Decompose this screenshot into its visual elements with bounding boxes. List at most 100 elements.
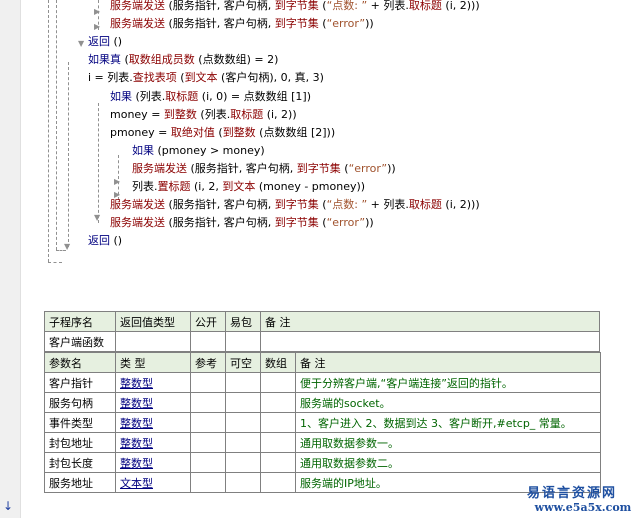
param-nullable-cell[interactable] <box>225 392 261 413</box>
param-name-cell[interactable]: 服务地址 <box>44 472 116 493</box>
code-line[interactable]: 如果 (列表.取标题 (i, 0) = 点数数组 [1]) <box>110 88 311 105</box>
param-array-cell[interactable] <box>260 372 296 393</box>
code-token: (服务指针, 客户句柄, <box>165 198 275 211</box>
param-ref-cell[interactable] <box>190 452 226 473</box>
param-name-cell[interactable]: 封包长度 <box>44 452 116 473</box>
arrow-down-icon: ▼ <box>78 39 85 48</box>
code-token: (money - pmoney)) <box>255 180 366 193</box>
param-nullable-cell[interactable] <box>225 372 261 393</box>
code-line[interactable]: 返回 () <box>88 33 122 50</box>
public-cell[interactable] <box>190 331 226 352</box>
code-token: ( <box>340 162 349 175</box>
code-token: “点数: ” <box>326 0 368 12</box>
table-row[interactable]: 服务句柄 整数型 服务端的socket。 <box>44 392 601 413</box>
param-array-cell[interactable] <box>260 452 296 473</box>
code-token: (i, 2))) <box>441 0 480 12</box>
flow-line <box>48 262 62 263</box>
param-type-cell[interactable]: 整数型 <box>115 452 191 473</box>
param-nullable-cell[interactable] <box>225 452 261 473</box>
code-line[interactable]: pmoney = 取绝对值 (到整数 (点数数组 [2])) <box>110 124 335 141</box>
param-remark-cell[interactable]: 通用取数据参数二。 <box>295 452 601 473</box>
param-name-cell[interactable]: 封包地址 <box>44 432 116 453</box>
param-type-cell[interactable]: 整数型 <box>115 412 191 433</box>
code-line[interactable]: money = 到整数 (列表.取标题 (i, 2)) <box>110 106 297 123</box>
param-type-cell[interactable]: 文本型 <box>115 472 191 493</box>
flow-line <box>98 103 99 223</box>
remark-cell[interactable] <box>260 331 600 352</box>
code-token: ( <box>318 216 327 229</box>
param-name-cell[interactable]: 服务句柄 <box>44 392 116 413</box>
subroutine-name-cell[interactable]: 客户端函数 <box>44 331 116 352</box>
code-line[interactable]: 服务端发送 (服务指针, 客户句柄, 到字节集 (“error”)) <box>110 15 374 32</box>
code-line[interactable]: 服务端发送 (服务指针, 客户句柄, 到字节集 (“点数: ” + 列表.取标题… <box>110 0 480 14</box>
param-remark-cell[interactable]: 1、客户进入 2、数据到达 3、客户断开,#etcp_ 常量。 <box>295 412 601 433</box>
header-cell: 备 注 <box>260 311 600 332</box>
code-line[interactable]: 服务端发送 (服务指针, 客户句柄, 到字节集 (“error”)) <box>110 214 374 231</box>
param-ref-cell[interactable] <box>190 472 226 493</box>
param-array-cell[interactable] <box>260 392 296 413</box>
table-row[interactable]: 客户指针 整数型 便于分辨客户端,“客户端连接”返回的指针。 <box>44 372 601 393</box>
param-array-cell[interactable] <box>260 432 296 453</box>
param-ref-cell[interactable] <box>190 372 226 393</box>
param-ref-cell[interactable] <box>190 412 226 433</box>
code-line[interactable]: 服务端发送 (服务指针, 客户句柄, 到字节集 (“点数: ” + 列表.取标题… <box>110 196 480 213</box>
parameter-table[interactable]: 参数名 类 型 参考 可空 数组 备 注 客户指针 整数型 便于分辨客户端,“客户端… <box>44 352 601 493</box>
param-remark-cell[interactable]: 便于分辨客户端,“客户端连接”返回的指针。 <box>295 372 601 393</box>
code-editor[interactable]: ▶ ▶ ▼ ▶ ▶ ▼ ▼ 服务端发送 (服务指针, 客户句柄, 到字节集 (“… <box>0 0 643 300</box>
table-row[interactable]: 封包地址 整数型 通用取数据参数一。 <box>44 432 601 453</box>
code-token: 如果真 <box>88 53 121 66</box>
table-row[interactable]: 事件类型 整数型 1、客户进入 2、数据到达 3、客户断开,#etcp_ 常量。 <box>44 412 601 433</box>
code-token: 取数组成员数 <box>128 53 195 66</box>
param-name-cell[interactable]: 客户指针 <box>44 372 116 393</box>
code-token: 置标题 <box>157 180 191 193</box>
code-token: (服务指针, 客户句柄, <box>165 0 275 12</box>
code-token: 服务端发送 <box>132 162 187 175</box>
code-token: 返回 <box>88 35 110 48</box>
param-type-cell[interactable]: 整数型 <box>115 392 191 413</box>
code-line[interactable]: 返回 () <box>88 232 122 249</box>
code-token: 列表. <box>132 180 158 193</box>
param-ref-cell[interactable] <box>190 392 226 413</box>
code-line[interactable]: i = 列表.查找表项 (到文本 (客户句柄), 0, 真, 3) <box>88 69 324 86</box>
header-cell: 返回值类型 <box>115 311 191 332</box>
watermark-logo: 易语言资源网 www.e5a5x.com <box>527 482 639 514</box>
param-name-cell[interactable]: 事件类型 <box>44 412 116 433</box>
watermark-url: www.e5a5x.com <box>534 501 632 514</box>
header-cell: 可空 <box>225 352 261 373</box>
code-token: (点数数组 [2])) <box>255 126 336 139</box>
header-cell: 备 注 <box>295 352 601 373</box>
arrow-down-icon: ↓ <box>3 499 14 513</box>
code-line[interactable]: 服务端发送 (服务指针, 客户句柄, 到字节集 (“error”)) <box>132 160 396 177</box>
epackage-cell[interactable] <box>225 331 261 352</box>
param-array-cell[interactable] <box>260 472 296 493</box>
code-token: (列表. <box>132 90 166 103</box>
param-nullable-cell[interactable] <box>225 412 261 433</box>
param-type-cell[interactable]: 整数型 <box>115 372 191 393</box>
param-type-cell[interactable]: 整数型 <box>115 432 191 453</box>
subroutine-table[interactable]: 子程序名 返回值类型 公开 易包 备 注 客户端函数 <box>44 311 600 352</box>
code-token: 服务端发送 <box>110 198 165 211</box>
code-token: (pmoney > money) <box>154 144 265 157</box>
code-line[interactable]: 列表.置标题 (i, 2, 到文本 (money - pmoney)) <box>132 178 365 195</box>
code-token: (服务指针, 客户句柄, <box>165 17 275 30</box>
param-nullable-cell[interactable] <box>225 472 261 493</box>
code-token: 到文本 <box>184 71 218 84</box>
arrow-down-icon: ▼ <box>64 242 71 251</box>
param-remark-cell[interactable]: 服务端的socket。 <box>295 392 601 413</box>
table-row[interactable]: 服务地址 文本型 服务端的IP地址。 <box>44 472 601 493</box>
code-line[interactable]: 如果 (pmoney > money) <box>132 142 265 159</box>
param-array-cell[interactable] <box>260 412 296 433</box>
code-token: ( <box>318 17 327 30</box>
code-token: “error” <box>326 17 366 30</box>
table-row[interactable]: 封包长度 整数型 通用取数据参数二。 <box>44 452 601 473</box>
param-nullable-cell[interactable] <box>225 432 261 453</box>
param-ref-cell[interactable] <box>190 432 226 453</box>
code-token: 取标题 <box>408 0 442 12</box>
code-token: 服务端发送 <box>110 216 165 229</box>
return-type-cell[interactable] <box>115 331 191 352</box>
param-remark-cell[interactable]: 通用取数据参数一。 <box>295 432 601 453</box>
arrow-right-icon: ▶ <box>94 22 101 31</box>
code-line[interactable]: 如果真 (取数组成员数 (点数数组) = 2) <box>88 51 278 68</box>
code-token: i = 列表. <box>88 71 133 84</box>
code-token: )) <box>365 17 374 30</box>
